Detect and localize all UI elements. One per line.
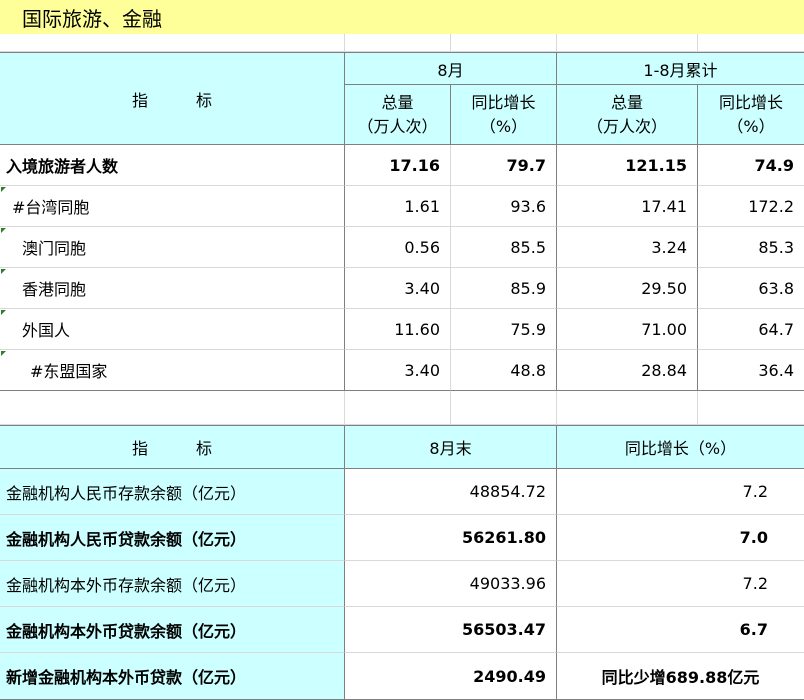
period2-header[interactable]: 1-8月累计	[557, 52, 804, 85]
tourism-value[interactable]: 71.00	[557, 309, 698, 350]
finance-indicator-header[interactable]: 指 标	[0, 425, 345, 469]
finance-row-label[interactable]: 金融机构人民币贷款余额（亿元）	[0, 515, 345, 561]
blank-cell[interactable]	[698, 391, 804, 425]
tourism-growth[interactable]: 85.5	[451, 227, 557, 268]
period1-total-header[interactable]: 总量 （万人次）	[345, 85, 451, 145]
cell-note-marker	[1, 310, 6, 315]
tourism-value[interactable]: 3.24	[557, 227, 698, 268]
tourism-growth[interactable]: 75.9	[451, 309, 557, 350]
cell-note-marker	[1, 351, 6, 356]
tourism-growth[interactable]: 63.8	[698, 268, 804, 309]
cell-note-marker	[1, 187, 6, 192]
total-unit-label: （万人次）	[357, 116, 438, 136]
tourism-value[interactable]: 29.50	[557, 268, 698, 309]
tourism-value[interactable]: 28.84	[557, 350, 698, 391]
tourism-value[interactable]: 11.60	[345, 309, 451, 350]
blank-cell[interactable]	[345, 34, 451, 52]
finance-growth[interactable]: 7.2	[557, 469, 804, 515]
tourism-row-label[interactable]: 香港同胞	[0, 268, 345, 309]
tourism-value[interactable]: 1.61	[345, 186, 451, 227]
finance-growth-header[interactable]: 同比增长（%）	[557, 425, 804, 469]
cell-note-marker	[1, 269, 6, 274]
tourism-indicator-header[interactable]: 指 标	[0, 52, 345, 145]
finance-row-label[interactable]: 金融机构本外币存款余额（亿元）	[0, 561, 345, 607]
finance-growth[interactable]: 7.2	[557, 561, 804, 607]
finance-growth-note[interactable]: 同比少增689.88亿元	[557, 653, 804, 700]
blank-cell[interactable]	[0, 34, 345, 52]
finance-value[interactable]: 48854.72	[345, 469, 557, 515]
total-unit-label: （万人次）	[586, 116, 667, 136]
month-end-header[interactable]: 8月末	[345, 425, 557, 469]
finance-row-label[interactable]: 金融机构本外币贷款余额（亿元）	[0, 607, 345, 653]
tourism-value[interactable]: 3.40	[345, 268, 451, 309]
finance-value[interactable]: 49033.96	[345, 561, 557, 607]
growth-label: 同比增长	[471, 92, 536, 112]
tourism-row-label[interactable]: 外国人	[0, 309, 345, 350]
blank-cell[interactable]	[557, 34, 698, 52]
blank-cell[interactable]	[698, 34, 804, 52]
tourism-row-label[interactable]: 澳门同胞	[0, 227, 345, 268]
tourism-value[interactable]: 121.15	[557, 145, 698, 186]
finance-value[interactable]: 2490.49	[345, 653, 557, 700]
blank-cell[interactable]	[557, 391, 698, 425]
tourism-growth[interactable]: 172.2	[698, 186, 804, 227]
tourism-value[interactable]: 17.41	[557, 186, 698, 227]
tourism-value[interactable]: 0.56	[345, 227, 451, 268]
period2-total-header[interactable]: 总量 （万人次）	[557, 85, 698, 145]
spreadsheet: 国际旅游、金融 指 标 8月 1-8月累计 总量 （万人次） 同比增长 （%） …	[0, 0, 804, 700]
finance-growth[interactable]: 6.7	[557, 607, 804, 653]
tourism-growth[interactable]: 74.9	[698, 145, 804, 186]
period1-header[interactable]: 8月	[345, 52, 557, 85]
finance-row-label[interactable]: 新增金融机构本外币贷款（亿元）	[0, 653, 345, 700]
period1-growth-header[interactable]: 同比增长 （%）	[451, 85, 557, 145]
finance-growth[interactable]: 7.0	[557, 515, 804, 561]
growth-label: 同比增长	[718, 92, 783, 112]
blank-cell[interactable]	[0, 391, 345, 425]
tourism-row-label[interactable]: 入境旅游者人数	[0, 145, 345, 186]
tourism-row-label[interactable]: #台湾同胞	[0, 186, 345, 227]
period2-growth-header[interactable]: 同比增长 （%）	[698, 85, 804, 145]
blank-cell[interactable]	[451, 391, 557, 425]
total-label: 总量	[610, 92, 643, 112]
tourism-growth[interactable]: 36.4	[698, 350, 804, 391]
finance-value[interactable]: 56261.80	[345, 515, 557, 561]
tourism-growth[interactable]: 79.7	[451, 145, 557, 186]
tourism-value[interactable]: 3.40	[345, 350, 451, 391]
growth-unit-label: （%）	[479, 116, 528, 136]
growth-unit-label: （%）	[727, 116, 775, 136]
tourism-growth[interactable]: 93.6	[451, 186, 557, 227]
sheet-title[interactable]: 国际旅游、金融	[0, 0, 804, 34]
finance-value[interactable]: 56503.47	[345, 607, 557, 653]
tourism-growth[interactable]: 85.3	[698, 227, 804, 268]
blank-cell[interactable]	[451, 34, 557, 52]
blank-cell[interactable]	[345, 391, 451, 425]
finance-row-label[interactable]: 金融机构人民币存款余额（亿元）	[0, 469, 345, 515]
tourism-growth[interactable]: 48.8	[451, 350, 557, 391]
tourism-growth[interactable]: 85.9	[451, 268, 557, 309]
tourism-growth[interactable]: 64.7	[698, 309, 804, 350]
tourism-value[interactable]: 17.16	[345, 145, 451, 186]
cell-note-marker	[1, 228, 6, 233]
total-label: 总量	[381, 92, 414, 112]
tourism-row-label[interactable]: #东盟国家	[0, 350, 345, 391]
